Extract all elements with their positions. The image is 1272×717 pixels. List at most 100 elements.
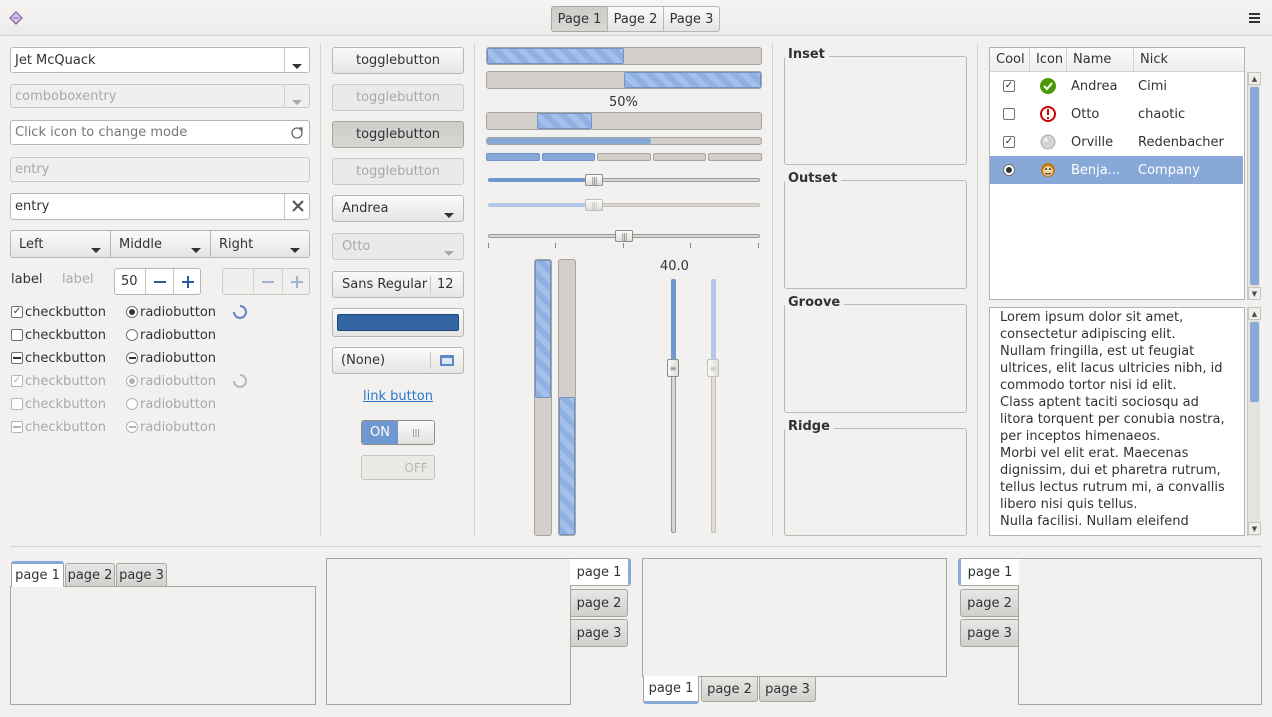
- radiobutton-off-disabled[interactable]: radiobutton: [126, 395, 216, 413]
- notebook-tab-page-2[interactable]: page 2: [701, 676, 758, 702]
- combo-box-entry[interactable]: comboboxentry: [10, 84, 310, 108]
- toggle-button[interactable]: togglebutton: [332, 47, 464, 74]
- file-chooser-button[interactable]: (None): [332, 347, 464, 374]
- toggle-button-disabled[interactable]: togglebutton: [332, 84, 464, 111]
- switch-on[interactable]: ON |||: [361, 420, 435, 445]
- chevron-down-icon[interactable]: [292, 94, 302, 107]
- entry-with-clear[interactable]: entry: [10, 193, 310, 220]
- tab-label: page 3: [765, 681, 810, 697]
- toggle-button-active-disabled[interactable]: togglebutton: [332, 158, 464, 185]
- notebook-tab-page-1[interactable]: page 1: [643, 676, 699, 704]
- cool-cell[interactable]: ✓: [1003, 72, 1015, 100]
- switch-off-disabled[interactable]: OFF: [361, 455, 435, 480]
- radiobutton-off[interactable]: radiobutton: [126, 326, 216, 344]
- table-row[interactable]: ✓ Andrea Cimi: [990, 72, 1243, 100]
- vscale-handle[interactable]: ≡: [667, 359, 679, 377]
- plus-icon[interactable]: [173, 269, 200, 294]
- segment-middle[interactable]: Middle: [110, 230, 211, 258]
- red-alert-icon: [1039, 100, 1057, 128]
- column-separator: [772, 44, 773, 536]
- scroll-down-icon[interactable]: ▼: [1248, 287, 1261, 300]
- hamburger-menu-icon[interactable]: [1249, 12, 1261, 24]
- radiobutton-mixed-disabled[interactable]: radiobutton: [126, 418, 216, 436]
- column-header-name[interactable]: Name: [1067, 48, 1134, 72]
- stack-tab-page-1[interactable]: Page 1: [551, 6, 608, 32]
- table-row[interactable]: Otto chaotic: [990, 100, 1243, 128]
- spin-button[interactable]: 50: [114, 268, 201, 295]
- notebook-tab-page-2[interactable]: page 2: [960, 589, 1019, 617]
- notebook-tab-page-1[interactable]: page 1: [11, 561, 64, 587]
- link-button[interactable]: link button: [363, 389, 433, 404]
- progress-fill: [487, 138, 651, 144]
- combo-box[interactable]: Jet McQuack: [10, 47, 310, 73]
- frame-title: Groove: [785, 295, 845, 310]
- entry-disabled[interactable]: entry: [10, 157, 310, 182]
- combo-andrea[interactable]: Andrea: [332, 195, 464, 222]
- checkbutton-unchecked-disabled[interactable]: checkbutton: [11, 395, 106, 413]
- hscale-marked-handle[interactable]: |||: [615, 230, 633, 242]
- checkbutton-checked-disabled[interactable]: ✓ checkbutton: [11, 372, 106, 390]
- cool-cell[interactable]: ✓: [1003, 128, 1015, 156]
- radiobutton-on-disabled[interactable]: radiobutton: [126, 372, 216, 390]
- radiobutton-mixed[interactable]: radiobutton: [126, 349, 216, 367]
- vscale-handle-disabled[interactable]: ≡: [707, 359, 719, 377]
- radiobutton-on[interactable]: radiobutton: [126, 303, 216, 321]
- clear-icon[interactable]: [291, 199, 305, 213]
- label: label: [11, 272, 43, 287]
- minus-icon[interactable]: [253, 269, 282, 294]
- notebook-tab-page-3[interactable]: page 3: [570, 619, 628, 647]
- checkbox-box: ✓: [11, 375, 23, 387]
- text-view[interactable]: Lorem ipsum dolor sit amet, consectetur …: [989, 307, 1245, 536]
- tree-view[interactable]: Cool Icon Name Nick ✓ Andrea Cimi Otto c…: [989, 47, 1245, 300]
- column-header-icon[interactable]: Icon: [1030, 48, 1067, 72]
- frame-groove: [784, 304, 967, 413]
- font-button[interactable]: Sans Regular 12: [332, 271, 464, 298]
- column-header-cool[interactable]: Cool: [990, 48, 1030, 72]
- plus-icon[interactable]: [282, 269, 309, 294]
- scroll-up-icon[interactable]: ▲: [1248, 307, 1261, 320]
- stack-tab-page-3[interactable]: Page 3: [663, 6, 720, 32]
- refresh-icon[interactable]: [289, 125, 305, 141]
- notebook-tab-page-3[interactable]: page 3: [759, 676, 816, 702]
- cool-cell[interactable]: [1003, 100, 1015, 128]
- segment-left[interactable]: Left: [10, 230, 111, 258]
- table-row[interactable]: ✓ Orville Redenbacher: [990, 128, 1243, 156]
- hscale-fill: [488, 178, 594, 182]
- notebook-tab-page-1[interactable]: page 1: [958, 558, 1019, 586]
- combo-otto-disabled[interactable]: Otto: [332, 233, 464, 260]
- minus-icon[interactable]: [145, 269, 173, 294]
- notebook-tab-page-1[interactable]: page 1: [570, 558, 631, 586]
- mode-entry[interactable]: Click icon to change mode: [10, 120, 310, 145]
- scroll-thumb[interactable]: [1250, 87, 1259, 285]
- segment-right[interactable]: Right: [210, 230, 310, 258]
- notebook-tab-page-2[interactable]: page 2: [570, 589, 628, 617]
- hscale-handle-disabled[interactable]: |||: [585, 199, 603, 211]
- checkbutton-mixed-disabled[interactable]: checkbutton: [11, 418, 106, 436]
- notebook-tab-page-3[interactable]: page 3: [116, 563, 167, 587]
- table-row-selected[interactable]: Benja... Company: [990, 156, 1243, 184]
- toggle-button-active[interactable]: togglebutton: [332, 121, 464, 148]
- hscale-handle[interactable]: |||: [585, 174, 603, 186]
- checkbutton-label: checkbutton: [25, 396, 106, 412]
- text-scrollbar[interactable]: ▲ ▼: [1247, 307, 1261, 536]
- scroll-up-icon[interactable]: ▲: [1248, 72, 1261, 85]
- cool-cell[interactable]: [1003, 156, 1015, 184]
- scroll-down-icon[interactable]: ▼: [1248, 522, 1261, 535]
- column-header-nick[interactable]: Nick: [1134, 48, 1244, 72]
- stack-tab-page-2[interactable]: Page 2: [607, 6, 664, 32]
- checkbutton-unchecked[interactable]: checkbutton: [11, 326, 106, 344]
- color-button[interactable]: [332, 308, 464, 337]
- tree-scrollbar[interactable]: ▲ ▼: [1247, 72, 1261, 300]
- combo-value: Andrea: [342, 201, 389, 216]
- checkbox-box: [11, 421, 23, 433]
- scroll-thumb[interactable]: [1250, 322, 1259, 402]
- notebook-tab-page-2[interactable]: page 2: [65, 563, 115, 587]
- notebook-tab-page-3[interactable]: page 3: [960, 619, 1019, 647]
- folder-icon: [439, 353, 455, 367]
- chevron-down-icon[interactable]: [292, 58, 302, 72]
- name-cell: Benja...: [1071, 162, 1121, 178]
- checkbutton-checked[interactable]: ✓ checkbutton: [11, 303, 106, 321]
- spin-button-disabled[interactable]: [222, 268, 310, 295]
- checkbutton-label: checkbutton: [25, 350, 106, 366]
- checkbutton-mixed[interactable]: checkbutton: [11, 349, 106, 367]
